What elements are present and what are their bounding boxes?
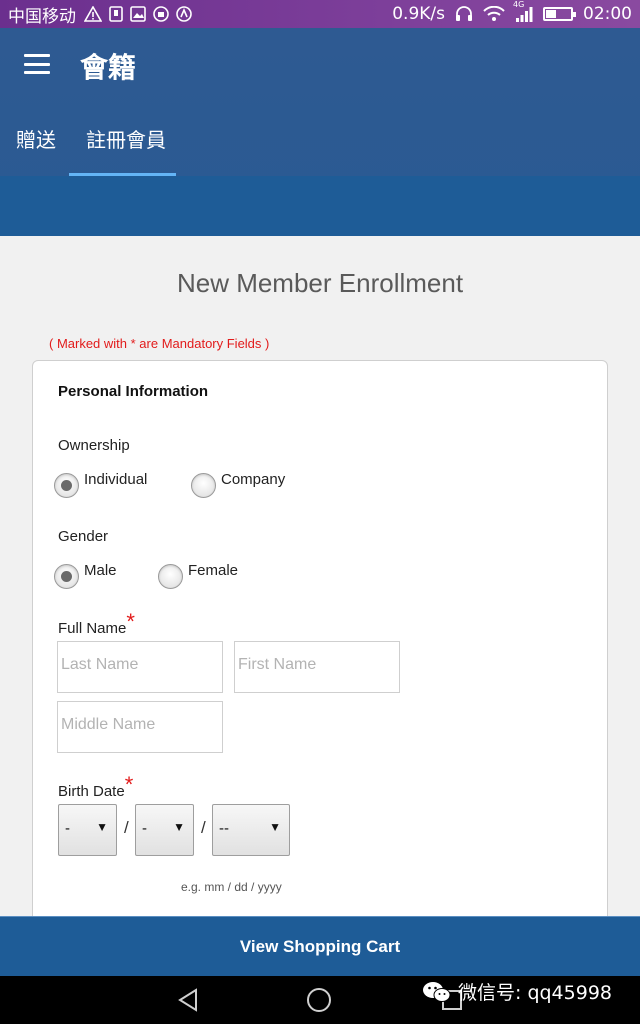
first-name-input[interactable]: First Name [234,641,400,693]
app-bar: 會籍 贈送 註冊會員 [0,28,640,236]
radio-circle [54,473,79,498]
ownership-company-radio[interactable]: Company [191,471,285,498]
radio-circle [54,564,79,589]
shop-icon [153,6,169,22]
app-bar-band [0,176,640,236]
date-format-hint: e.g. mm / dd / yyyy [181,880,282,894]
view-shopping-cart-button[interactable]: View Shopping Cart [0,916,640,976]
dropdown-arrow-icon: ▼ [96,820,108,834]
birth-date-label-text: Birth Date [58,783,125,800]
image-icon [130,6,146,22]
required-mark: * [126,609,135,634]
menu-icon[interactable] [24,54,50,74]
back-icon[interactable] [176,988,200,1012]
radio-label: Male [84,562,117,579]
radio-selected-dot [61,571,72,582]
mandatory-note: ( Marked with * are Mandatory Fields ) [49,336,270,351]
radio-label: Individual [84,471,148,488]
gender-female-radio[interactable]: Female [158,562,238,589]
birth-date-label: Birth Date* [58,772,133,802]
last-name-input[interactable]: Last Name [57,641,223,693]
gender-male-radio[interactable]: Male [54,562,117,589]
alert-icon [84,6,102,22]
radio-circle [191,473,216,498]
ownership-individual-radio[interactable]: Individual [54,471,147,498]
battery-icon [543,7,576,21]
middle-name-input[interactable]: Middle Name [57,701,223,753]
network-type: 4G [513,0,525,9]
tab-gift[interactable]: 贈送 [16,124,56,153]
status-bar: 中国移动 0.9K/s 4G 02:00 [0,0,640,28]
birth-month-select[interactable]: - ▼ [58,804,117,856]
dropdown-arrow-icon: ▼ [173,820,185,834]
wifi-icon [483,6,505,21]
birth-day-select[interactable]: - ▼ [135,804,194,856]
select-value: -- [219,820,229,837]
sim-icon [109,6,123,22]
wechat-icon [423,981,451,1002]
date-separator: / [124,818,129,837]
full-name-label-text: Full Name [58,620,127,637]
ownership-label: Ownership [58,437,130,454]
carrier-name: 中国移动 [8,6,76,27]
home-icon[interactable] [307,988,331,1012]
watermark-text: 微信号: qq45998 [458,982,613,1004]
birth-year-select[interactable]: -- ▼ [212,804,290,856]
required-mark: * [124,772,134,797]
app-title: 會籍 [80,51,137,84]
signal-icon: 4G [513,0,533,22]
select-value: - [142,820,147,837]
radio-label: Company [221,471,286,488]
radio-circle [158,564,183,589]
page-title: New Member Enrollment [176,268,464,298]
personal-info-card: Personal Information Ownership Individua… [32,360,608,940]
radio-label: Female [188,562,239,579]
full-name-label: Full Name* [58,609,135,639]
tab-register-member[interactable]: 註冊會員 [86,124,166,153]
clock: 02:00 [583,4,632,24]
watermark: 微信号: qq45998 [422,978,612,1005]
select-value: - [65,820,70,837]
gender-label: Gender [58,528,109,545]
status-right: 0.9K/s 4G 02:00 [392,0,632,24]
headset-icon [456,6,472,21]
notification-icons [84,6,192,22]
app-icon [176,6,192,22]
date-separator: / [201,818,206,837]
radio-selected-dot [61,480,72,491]
dropdown-arrow-icon: ▼ [269,820,281,834]
net-speed: 0.9K/s [392,4,445,24]
section-title: Personal Information [58,383,209,400]
